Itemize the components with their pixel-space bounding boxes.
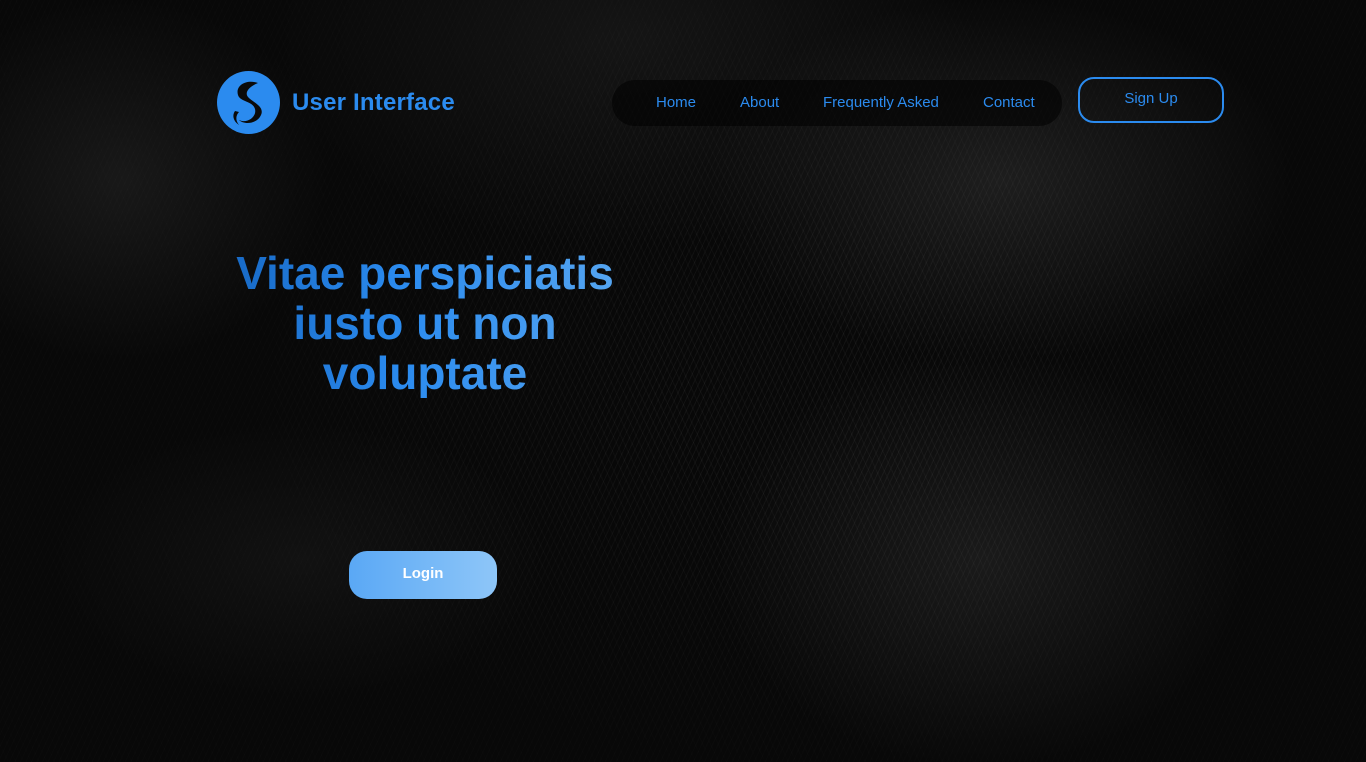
nav-item-about[interactable]: About: [740, 94, 779, 111]
main-nav: Home About Frequently Asked Contact: [612, 80, 1062, 126]
hero-headline: Vitae perspiciatis iusto ut non voluptat…: [205, 248, 645, 398]
brand-logo[interactable]: User Interface: [217, 71, 455, 134]
sign-up-button[interactable]: Sign Up: [1078, 77, 1224, 123]
nav-item-home[interactable]: Home: [656, 94, 696, 111]
brand-name: User Interface: [292, 88, 455, 116]
landing-page: User Interface Home About Frequently Ask…: [0, 0, 1366, 762]
nav-item-contact[interactable]: Contact: [983, 94, 1035, 111]
login-button[interactable]: Login: [349, 551, 497, 599]
globe-s-logo-icon: [217, 71, 280, 134]
nav-item-faq[interactable]: Frequently Asked: [823, 94, 939, 111]
